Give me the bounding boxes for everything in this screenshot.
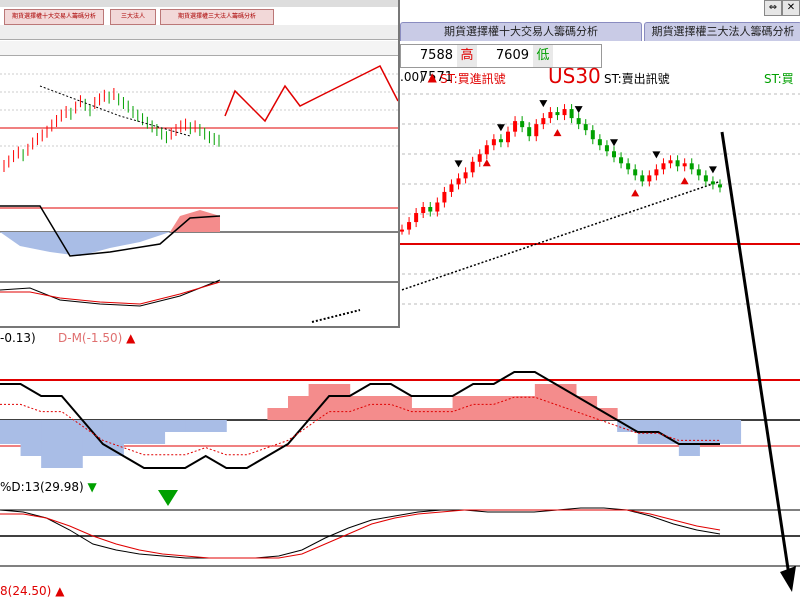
overlay-tab-3[interactable]: 期貨選擇權三大法人籌碼分析 <box>160 9 274 25</box>
overlay-histogram-neg <box>0 232 170 256</box>
overlay-tab-1[interactable]: 期貨選擇權十大交易人籌碼分析 <box>4 9 104 25</box>
overlay-window[interactable]: 期貨選擇權十大交易人籌碼分析 三大法人 期貨選擇權三大法人籌碼分析 <box>0 0 400 328</box>
overlay-tab-2[interactable]: 三大法人 <box>110 9 156 25</box>
overlay-chart <box>0 64 398 323</box>
overlay-dotted-segment <box>311 309 361 323</box>
